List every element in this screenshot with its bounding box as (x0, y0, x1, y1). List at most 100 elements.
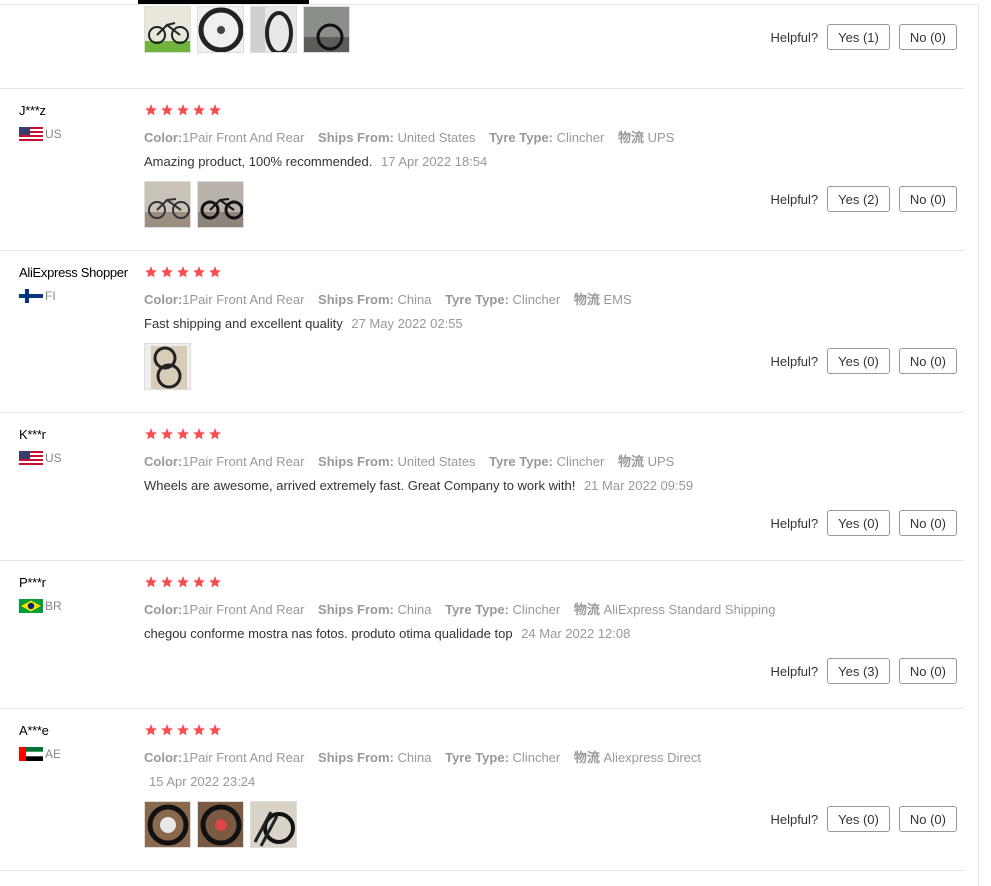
helpful-label: Helpful? (770, 515, 819, 531)
tyre-type-label: Tyre Type: (489, 130, 553, 145)
logistics-label: 物流 (573, 292, 600, 307)
logistics-value: AliExpress Standard Shipping (603, 602, 776, 617)
reviewer-name: P***r (19, 575, 46, 590)
logistics-label: 物流 (617, 130, 644, 145)
reviewer-country: US (19, 451, 144, 465)
review-item: P***r BR Color:1Pair Front And Rear Ship… (0, 561, 964, 709)
review-content: Color:1Pair Front And Rear Ships From: U… (144, 427, 964, 493)
helpful-label: Helpful? (770, 191, 819, 207)
ae-flag-icon (19, 747, 43, 761)
star-icon (193, 266, 205, 278)
review-text-line: Wheels are awesome, arrived extremely fa… (144, 478, 964, 493)
us-flag-icon (19, 451, 43, 465)
tyre-type-label: Tyre Type: (445, 602, 509, 617)
review-photo-thumbnail[interactable] (144, 6, 191, 53)
helpful-yes-button[interactable]: Yes (2) (827, 186, 890, 212)
ships-from-value: United States (397, 454, 476, 469)
star-icon (177, 576, 189, 588)
star-icon (177, 724, 189, 736)
star-icon (193, 576, 205, 588)
reviewer-info: J***z US (19, 103, 144, 141)
helpful-section: Helpful? Yes (0) No (0) (770, 348, 957, 374)
tyre-type-value: Clincher (556, 454, 605, 469)
reviewer-country: FI (19, 289, 144, 303)
color-value: 1Pair Front And Rear (182, 454, 305, 469)
star-icon (145, 576, 157, 588)
helpful-section: Helpful? Yes (0) No (0) (770, 806, 957, 832)
helpful-no-button[interactable]: No (0) (898, 806, 957, 832)
helpful-no-button[interactable]: No (0) (898, 24, 957, 50)
review-item: Helpful? Yes (1) No (0) (0, 0, 964, 89)
ships-from-value: China (397, 292, 432, 307)
helpful-section: Helpful? Yes (1) No (0) (770, 24, 957, 50)
helpful-yes-button[interactable]: Yes (3) (827, 658, 890, 684)
review-photo-thumbnail[interactable] (197, 181, 244, 228)
review-properties: Color:1Pair Front And Rear Ships From: C… (144, 747, 964, 766)
logistics-label: 物流 (573, 602, 600, 617)
ships-from-value: China (397, 750, 432, 765)
logistics-value: Aliexpress Direct (603, 750, 702, 765)
review-item: A***e AE Color:1Pair Front And Rear Ship… (0, 709, 964, 871)
star-icon (209, 724, 221, 736)
star-icon (161, 104, 173, 116)
helpful-no-button[interactable]: No (0) (898, 348, 957, 374)
review-photo-thumbnail[interactable] (197, 6, 244, 53)
star-icon (161, 266, 173, 278)
tyre-type-label: Tyre Type: (489, 454, 553, 469)
star-icon (177, 104, 189, 116)
helpful-yes-button[interactable]: Yes (1) (827, 24, 890, 50)
logistics-label: 物流 (573, 750, 600, 765)
star-rating (144, 427, 964, 443)
star-icon (209, 576, 221, 588)
review-photo-thumbnail[interactable] (250, 801, 297, 848)
helpful-label: Helpful? (770, 29, 819, 45)
ships-from-label: Ships From: (318, 292, 394, 307)
ships-from-value: China (397, 602, 432, 617)
review-text: chegou conforme mostra nas fotos. produt… (144, 626, 513, 641)
tyre-type-label: Tyre Type: (445, 750, 509, 765)
helpful-no-button[interactable]: No (0) (898, 510, 957, 536)
helpful-yes-button[interactable]: Yes (0) (827, 806, 890, 832)
star-rating (144, 723, 964, 739)
review-properties: Color:1Pair Front And Rear Ships From: U… (144, 127, 964, 146)
review-photo-thumbnail[interactable] (144, 181, 191, 228)
star-icon (145, 266, 157, 278)
reviewer-info: K***r US (19, 427, 144, 465)
helpful-label: Helpful? (770, 353, 819, 369)
review-item: K***r US Color:1Pair Front And Rear Ship… (0, 413, 964, 561)
right-border (978, 4, 979, 886)
logistics-value: UPS (647, 130, 675, 145)
star-icon (209, 428, 221, 440)
fi-flag-icon (19, 289, 43, 303)
review-photo-thumbnail[interactable] (303, 6, 350, 53)
helpful-section: Helpful? Yes (3) No (0) (770, 658, 957, 684)
star-icon (145, 724, 157, 736)
review-content: Color:1Pair Front And Rear Ships From: C… (144, 575, 964, 641)
review-text-line: Amazing product, 100% recommended. 17 Ap… (144, 154, 964, 169)
ships-from-label: Ships From: (318, 130, 394, 145)
helpful-label: Helpful? (770, 811, 819, 827)
reviewer-name: K***r (19, 427, 46, 442)
reviewer-country: BR (19, 599, 144, 613)
country-code: FI (45, 289, 56, 303)
helpful-yes-button[interactable]: Yes (0) (827, 348, 890, 374)
review-photo-thumbnail[interactable] (197, 801, 244, 848)
helpful-label: Helpful? (770, 663, 819, 679)
color-label: Color: (144, 602, 183, 617)
color-value: 1Pair Front And Rear (182, 750, 305, 765)
helpful-no-button[interactable]: No (0) (898, 186, 957, 212)
review-text-line: Fast shipping and excellent quality 27 M… (144, 316, 964, 331)
review-photo-thumbnail[interactable] (144, 801, 191, 848)
color-label: Color: (144, 292, 183, 307)
helpful-no-button[interactable]: No (0) (898, 658, 957, 684)
star-icon (193, 428, 205, 440)
reviewer-country: AE (19, 747, 144, 761)
helpful-yes-button[interactable]: Yes (0) (827, 510, 890, 536)
review-photo-thumbnail[interactable] (144, 343, 191, 390)
star-icon (209, 104, 221, 116)
tyre-type-label: Tyre Type: (445, 292, 509, 307)
color-value: 1Pair Front And Rear (182, 292, 305, 307)
star-icon (177, 266, 189, 278)
review-photo-thumbnail[interactable] (250, 6, 297, 53)
star-rating (144, 265, 964, 281)
